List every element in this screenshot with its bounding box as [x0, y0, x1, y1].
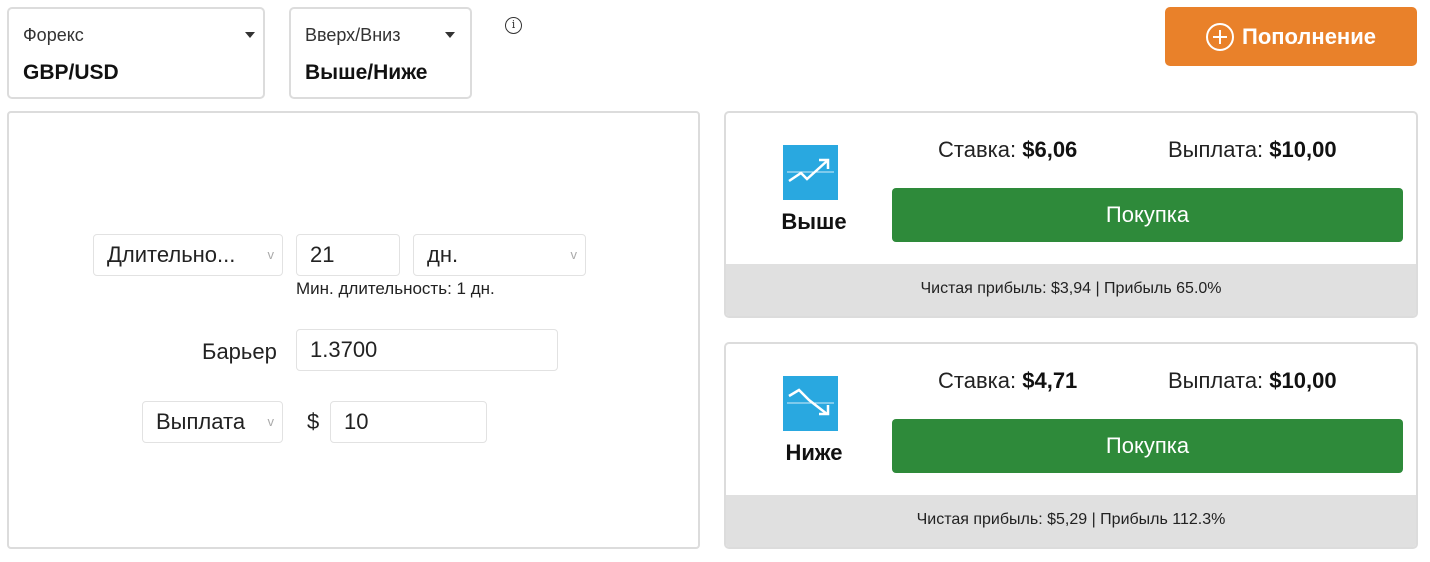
basis-value: Выплата	[156, 409, 246, 434]
duration-type-select[interactable]: Длительно... v	[93, 234, 283, 276]
barrier-value: 1.3700	[310, 337, 378, 362]
barrier-input[interactable]: 1.3700	[296, 329, 558, 371]
trade-type-selector[interactable]: Вверх/Вниз Выше/Ниже	[289, 7, 472, 99]
basis-select[interactable]: Выплата v	[142, 401, 283, 443]
duration-input[interactable]: 21	[296, 234, 400, 276]
profit-summary: Чистая прибыль: $3,94 | Прибыль 65.0%	[726, 264, 1416, 316]
stake-value: $6,06	[1022, 137, 1078, 162]
payout-label: Выплата:	[1168, 137, 1264, 162]
min-duration-hint: Мин. длительность: 1 дн.	[296, 279, 495, 298]
duration-value: 21	[310, 242, 335, 267]
plus-circle-icon	[1206, 22, 1234, 51]
market-value: GBP/USD	[23, 61, 119, 84]
payout-info: Выплата: $10,00	[1168, 137, 1337, 163]
stake-label: Ставка:	[938, 137, 1017, 162]
contract-label: Ниже	[785, 440, 843, 465]
barrier-label: Барьер	[202, 339, 277, 364]
amount-input[interactable]: 10	[330, 401, 487, 443]
fall-arrow-icon	[783, 376, 838, 431]
chevron-down-icon: v	[267, 247, 275, 262]
trade-type-value: Выше/Ниже	[305, 61, 428, 84]
payout-value: $10,00	[1269, 368, 1337, 393]
trade-type-category-label: Вверх/Вниз	[305, 25, 401, 45]
stake-info: Ставка: $4,71	[938, 368, 1077, 394]
payout-value: $10,00	[1269, 137, 1337, 162]
duration-unit-select[interactable]: дн. v	[413, 234, 586, 276]
stake-info: Ставка: $6,06	[938, 137, 1077, 163]
chevron-down-icon: v	[570, 247, 578, 262]
contract-card-lower: Ниже Ставка: $4,71 Выплата: $10,00 Покуп…	[724, 342, 1418, 549]
contract-label: Выше	[781, 209, 847, 234]
deposit-button-label: Пополнение	[1242, 23, 1376, 49]
contract-card-higher: Выше Ставка: $6,06 Выплата: $10,00 Покуп…	[724, 111, 1418, 318]
trade-form-panel: Длительно... v 21 дн. v Мин. длительност…	[7, 111, 700, 549]
market-category-label: Форекс	[23, 25, 84, 45]
currency-symbol: $	[307, 409, 320, 434]
info-icon[interactable]: i	[505, 17, 522, 34]
amount-value: 10	[344, 409, 369, 434]
payout-info: Выплата: $10,00	[1168, 368, 1337, 394]
buy-lower-button[interactable]: Покупка	[892, 419, 1403, 473]
deposit-button[interactable]: Пополнение	[1165, 7, 1417, 66]
rise-arrow-icon	[783, 145, 838, 200]
profit-summary: Чистая прибыль: $5,29 | Прибыль 112.3%	[726, 495, 1416, 547]
chevron-down-icon: v	[267, 414, 275, 429]
duration-type-value: Длительно...	[107, 242, 236, 267]
payout-label: Выплата:	[1168, 368, 1264, 393]
stake-value: $4,71	[1022, 368, 1078, 393]
duration-unit-value: дн.	[427, 242, 459, 267]
stake-label: Ставка:	[938, 368, 1017, 393]
caret-down-icon	[445, 32, 455, 38]
market-selector[interactable]: Форекс GBP/USD	[7, 7, 265, 99]
buy-higher-button[interactable]: Покупка	[892, 188, 1403, 242]
caret-down-icon	[245, 32, 255, 38]
